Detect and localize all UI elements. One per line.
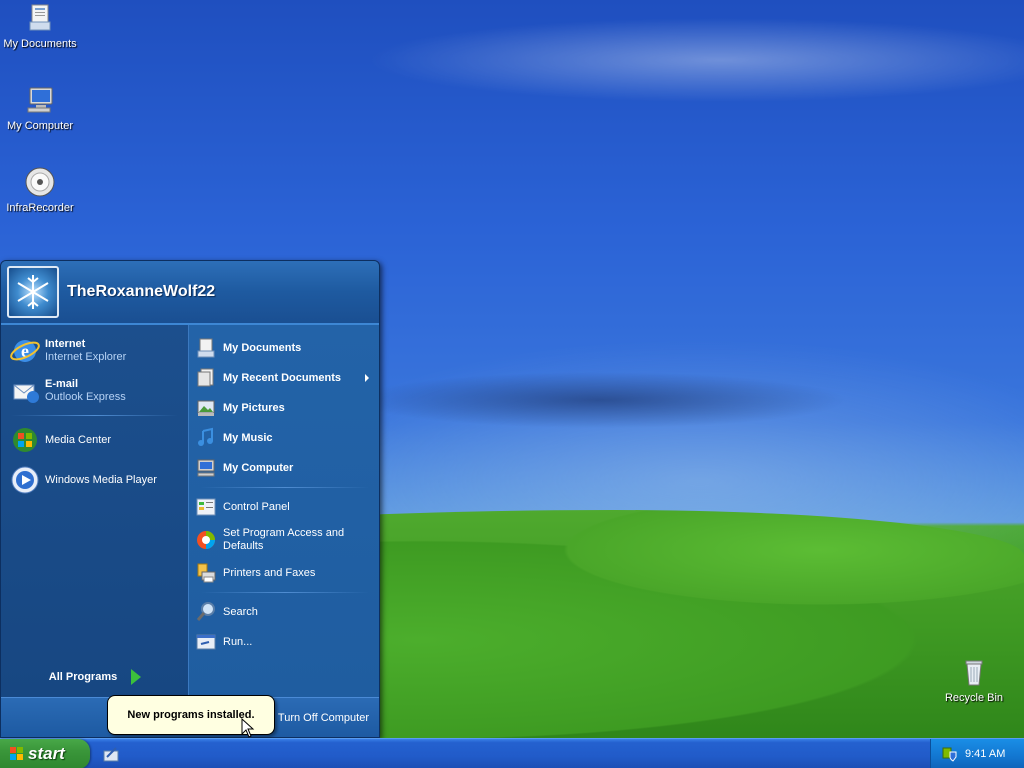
recycle-bin-icon bbox=[965, 660, 983, 686]
infrarecorder-disc-icon bbox=[25, 167, 55, 197]
submenu-arrow-icon bbox=[365, 374, 369, 382]
desktop-icon-label: My Documents bbox=[3, 38, 77, 50]
computer-icon bbox=[27, 87, 53, 113]
separator bbox=[201, 487, 369, 488]
place-my-pictures[interactable]: My Pictures bbox=[195, 393, 375, 423]
all-programs-label: All Programs bbox=[48, 671, 118, 683]
pictures-icon bbox=[197, 400, 215, 416]
username: TheRoxanneWolf22 bbox=[67, 283, 216, 300]
program-access-icon bbox=[197, 531, 215, 549]
tool-label: Run... bbox=[223, 635, 253, 648]
pinned-email[interactable]: E-mail Outlook Express bbox=[5, 371, 184, 411]
start-menu-left-pane: e Internet Internet Explorer E-mail Outl… bbox=[1, 325, 189, 697]
windows-media-player-icon bbox=[11, 466, 39, 494]
setting-control-panel[interactable]: Control Panel bbox=[195, 492, 375, 522]
recent-documents-icon bbox=[197, 368, 214, 387]
music-note-icon bbox=[198, 427, 213, 446]
tool-label: Search bbox=[223, 605, 258, 618]
recent-windows-media-player[interactable]: Windows Media Player bbox=[5, 460, 184, 500]
start-label: start bbox=[28, 744, 65, 763]
pinned-title: Internet bbox=[45, 338, 86, 350]
clock[interactable]: 9:41 AM bbox=[965, 748, 1005, 760]
start-menu: TheRoxanneWolf22 e Internet Internet Exp… bbox=[0, 260, 380, 738]
separator bbox=[11, 415, 178, 416]
recent-label: Windows Media Player bbox=[45, 473, 157, 486]
green-arrow-icon bbox=[131, 669, 142, 685]
pinned-subtitle: Outlook Express bbox=[45, 391, 126, 403]
desktop-icon-label: Recycle Bin bbox=[944, 692, 1004, 704]
setting-printers-faxes[interactable]: Printers and Faxes bbox=[195, 558, 375, 588]
start-menu-header: TheRoxanneWolf22 bbox=[1, 261, 379, 325]
tool-run[interactable]: Run... bbox=[195, 627, 375, 657]
taskbar: start 9:41 AM bbox=[0, 738, 1024, 768]
control-panel-icon bbox=[196, 498, 216, 516]
setting-label: Control Panel bbox=[223, 500, 290, 513]
balloon-text: New programs installed. bbox=[127, 709, 255, 721]
setting-program-access[interactable]: Set Program Access and Defaults bbox=[195, 522, 375, 558]
documents-folder-icon bbox=[29, 4, 51, 31]
media-center-icon bbox=[13, 428, 37, 452]
recent-label: Media Center bbox=[45, 433, 112, 446]
desktop-icon-my-computer[interactable]: My Computer bbox=[0, 84, 80, 132]
place-label: My Documents bbox=[223, 341, 302, 354]
place-my-computer[interactable]: My Computer bbox=[195, 453, 375, 483]
place-label: My Pictures bbox=[223, 401, 285, 414]
desktop-icon-my-documents[interactable]: My Documents bbox=[0, 2, 80, 50]
setting-label: Printers and Faxes bbox=[223, 566, 316, 579]
pinned-subtitle: Internet Explorer bbox=[45, 351, 127, 363]
start-menu-right-pane: My Documents My Recent Documents My Pict… bbox=[189, 325, 379, 697]
snowflake-icon bbox=[17, 275, 49, 309]
desktop-icon-label: InfraRecorder bbox=[6, 202, 74, 214]
system-tray: 9:41 AM bbox=[930, 739, 1024, 768]
place-my-recent-documents[interactable]: My Recent Documents bbox=[195, 363, 375, 393]
show-desktop-icon[interactable] bbox=[102, 745, 120, 763]
all-programs-button[interactable]: All Programs bbox=[1, 657, 189, 697]
desktop-icon-label: My Computer bbox=[6, 120, 74, 132]
desktop-icon-recycle-bin[interactable]: Recycle Bin bbox=[934, 656, 1014, 704]
place-my-music[interactable]: My Music bbox=[195, 423, 375, 453]
start-button[interactable]: start bbox=[0, 739, 90, 768]
place-label: My Music bbox=[223, 431, 273, 444]
outlook-express-icon bbox=[13, 384, 39, 403]
pinned-internet[interactable]: e Internet Internet Explorer bbox=[5, 331, 184, 371]
mouse-cursor-icon bbox=[241, 718, 255, 738]
documents-icon bbox=[197, 338, 215, 358]
turn-off-computer-button[interactable]: Turn Off Computer bbox=[278, 712, 369, 724]
pinned-title: E-mail bbox=[45, 378, 79, 390]
search-icon bbox=[196, 602, 215, 621]
run-icon bbox=[196, 634, 216, 650]
separator bbox=[201, 592, 369, 593]
setting-label: Set Program Access and Defaults bbox=[223, 527, 345, 552]
printer-icon bbox=[197, 563, 216, 583]
security-shield-icon[interactable] bbox=[941, 746, 957, 762]
place-label: My Computer bbox=[223, 461, 294, 474]
windows-flag-icon bbox=[10, 747, 23, 760]
internet-explorer-icon: e bbox=[10, 340, 40, 362]
place-my-documents[interactable]: My Documents bbox=[195, 333, 375, 363]
place-label: My Recent Documents bbox=[223, 371, 341, 384]
user-avatar[interactable] bbox=[7, 266, 59, 318]
computer-icon bbox=[197, 459, 215, 477]
desktop-icon-infrarecorder[interactable]: InfraRecorder bbox=[0, 166, 80, 214]
recent-media-center[interactable]: Media Center bbox=[5, 420, 184, 460]
tool-search[interactable]: Search bbox=[195, 597, 375, 627]
